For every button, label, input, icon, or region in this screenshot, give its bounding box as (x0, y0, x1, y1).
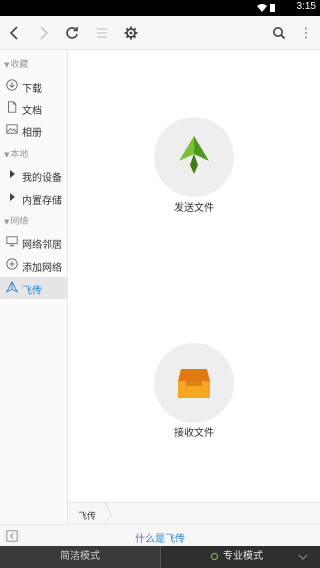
paper-plane-icon (179, 136, 209, 174)
help-bar: 什么是飞传 (0, 524, 320, 546)
document-icon (8, 101, 17, 113)
breadcrumb-separator-icon (104, 503, 112, 525)
sidebar-item-feichuan[interactable]: 飞传 (0, 277, 67, 299)
selected-indicator-icon (211, 553, 218, 560)
sidebar-section-favorites[interactable]: ▼收藏 (4, 57, 28, 70)
sidebar-item-my-devices[interactable]: 我的设备 (0, 164, 67, 186)
inbox-tray-icon (178, 369, 210, 398)
collapse-triangle-icon: ▼ (4, 218, 10, 226)
receive-file-label[interactable]: 接收文件 (134, 424, 254, 439)
sidebar-section-local[interactable]: ▼本地 (4, 147, 28, 160)
mode-switcher: 简洁模式 专业模式 (0, 546, 320, 568)
expand-arrow-icon (10, 193, 15, 201)
sidebar-item-label: 网络邻居 (22, 240, 62, 251)
sidebar-item-label: 文档 (22, 106, 42, 117)
battery-icon (270, 4, 275, 12)
forward-arrow-icon[interactable] (34, 24, 52, 42)
send-file-button[interactable] (154, 117, 234, 197)
sidebar-item-label: 内置存储 (22, 196, 62, 207)
gear-icon[interactable] (122, 24, 140, 42)
breadcrumb: 飞传 (68, 502, 320, 525)
toolbar (0, 16, 320, 50)
expand-arrow-icon (10, 170, 15, 178)
refresh-icon[interactable] (63, 24, 81, 42)
sidebar-item-network-neighbors[interactable]: 网络邻居 (0, 231, 67, 253)
send-file-label[interactable]: 发送文件 (134, 199, 254, 214)
breadcrumb-item[interactable]: 飞传 (78, 509, 96, 522)
more-options-icon[interactable] (297, 24, 315, 42)
simple-mode-button[interactable]: 简洁模式 (0, 546, 160, 568)
wifi-icon (257, 4, 275, 12)
status-bar: 3:15 (0, 0, 320, 16)
sidebar: ▼收藏 下载 文档 相册 ▼本地 我的设备 内置存储 ▼网络 网络邻居 添加网络… (0, 50, 68, 524)
receive-file-button[interactable] (154, 343, 234, 423)
album-icon (6, 124, 18, 134)
sidebar-item-label: 飞传 (22, 286, 42, 297)
sidebar-section-network[interactable]: ▼网络 (4, 214, 28, 227)
chevron-down-icon (298, 554, 308, 560)
collapse-triangle-icon: ▼ (4, 151, 10, 159)
sidebar-item-label: 我的设备 (22, 173, 62, 184)
sidebar-item-album[interactable]: 相册 (0, 119, 67, 141)
add-circle-icon (6, 258, 18, 270)
pro-mode-label: 专业模式 (223, 551, 263, 562)
sidebar-item-label: 下载 (22, 84, 42, 95)
send-icon (6, 281, 18, 293)
status-time: 3:15 (296, 1, 316, 12)
sidebar-item-internal-storage[interactable]: 内置存储 (0, 187, 67, 209)
feichuan-panel: 发送文件 接收文件 (68, 50, 320, 502)
download-icon (6, 79, 18, 91)
search-icon[interactable] (270, 24, 288, 42)
sidebar-item-documents[interactable]: 文档 (0, 97, 67, 119)
sidebar-item-label: 添加网络 (22, 263, 62, 274)
collapse-triangle-icon: ▼ (4, 61, 10, 69)
sidebar-item-add-network[interactable]: 添加网络 (0, 254, 67, 276)
sidebar-item-download[interactable]: 下载 (0, 75, 67, 97)
sidebar-item-label: 相册 (22, 128, 42, 139)
back-arrow-icon[interactable] (6, 24, 24, 42)
list-view-icon[interactable] (93, 24, 111, 42)
what-is-feichuan-link[interactable]: 什么是飞传 (0, 530, 320, 545)
monitor-icon (6, 236, 18, 247)
pro-mode-button[interactable]: 专业模式 (160, 546, 320, 568)
